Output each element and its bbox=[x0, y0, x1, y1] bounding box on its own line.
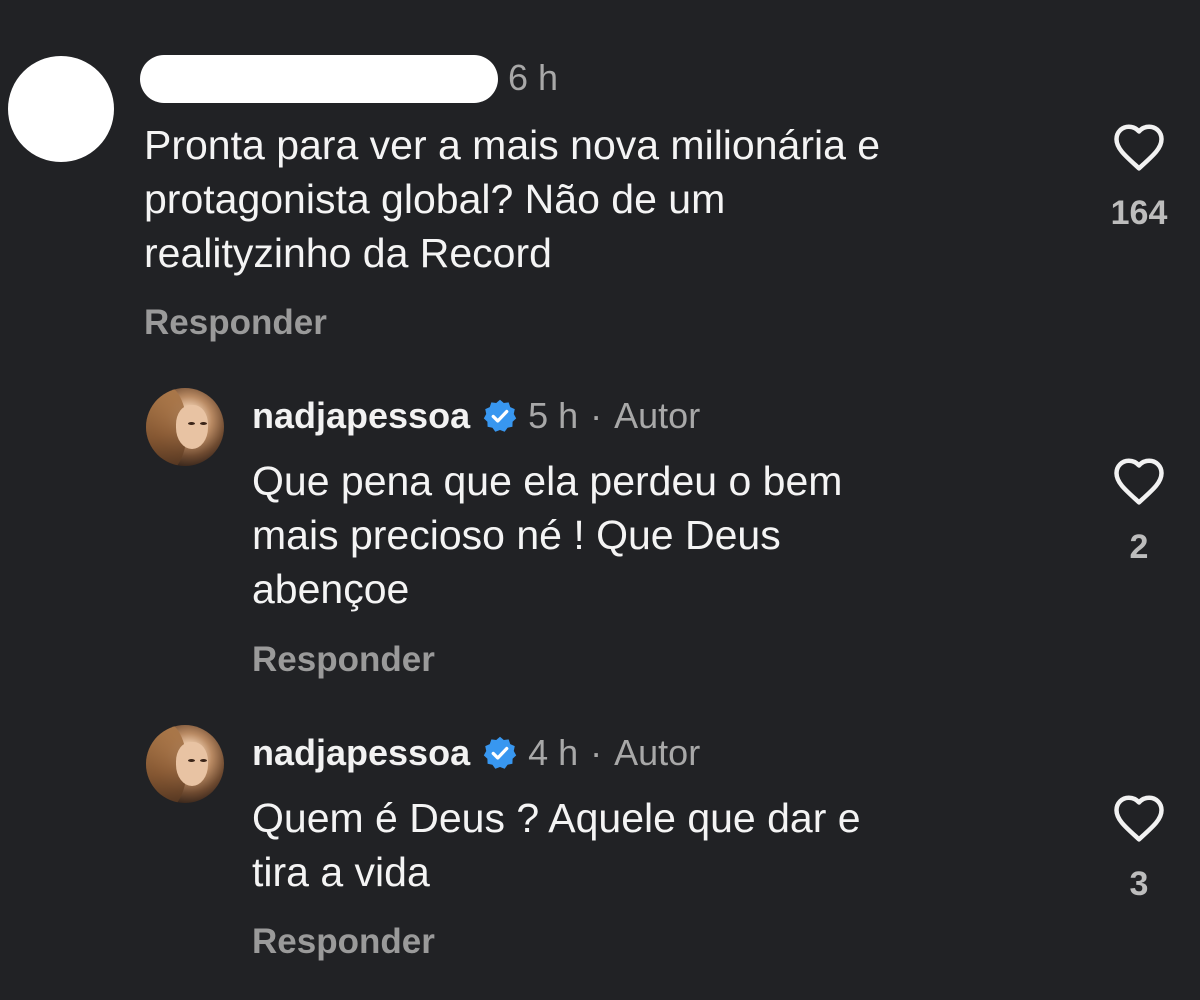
reply-button[interactable]: Responder bbox=[252, 640, 435, 680]
comment-text-line: protagonista global? Não de um bbox=[144, 176, 726, 222]
meta-separator: · bbox=[590, 732, 603, 773]
reply-button[interactable]: Responder bbox=[252, 922, 435, 962]
avatar-eye bbox=[200, 759, 207, 762]
heart-outline-icon bbox=[1114, 124, 1164, 171]
avatar-face bbox=[175, 742, 209, 786]
like-button[interactable]: 3 bbox=[1099, 793, 1179, 904]
comment-time: 4 h bbox=[528, 732, 579, 773]
avatar-eye bbox=[188, 759, 195, 762]
meta-separator: · bbox=[590, 395, 603, 436]
verified-badge-icon bbox=[483, 399, 517, 432]
comment-text-line: abençoe bbox=[252, 566, 410, 612]
comment-text-line: Quem é Deus ? Aquele que dar e bbox=[252, 795, 861, 841]
avatar[interactable] bbox=[146, 388, 224, 466]
comment-meta: nadjapessoa 5 h · Autor bbox=[252, 394, 700, 438]
author-tag: Autor bbox=[614, 395, 701, 436]
author-tag: Autor bbox=[614, 732, 701, 773]
verified-badge-icon bbox=[483, 736, 517, 769]
comment-text-line: Pronta para ver a mais nova milionária e bbox=[144, 122, 881, 168]
avatar[interactable] bbox=[8, 56, 114, 162]
comment-text-line: realityzinho da Record bbox=[144, 230, 552, 276]
avatar-eye bbox=[200, 422, 207, 425]
username-link[interactable]: nadjapessoa bbox=[252, 731, 470, 775]
comment-2: nadjapessoa 5 h · Autor Que pena que ela… bbox=[0, 380, 1200, 680]
comment-text-line: Que pena que ela perdeu o bem bbox=[252, 458, 843, 504]
like-button[interactable]: 164 bbox=[1099, 122, 1179, 233]
comment-3: nadjapessoa 4 h · Autor Quem é Deus ? Aq… bbox=[0, 717, 1200, 1000]
like-count: 164 bbox=[1110, 194, 1168, 232]
comment-text: Quem é Deus ? Aquele que dar e tira a vi… bbox=[252, 791, 1072, 899]
redacted-username[interactable] bbox=[140, 55, 498, 103]
avatar-face bbox=[175, 405, 209, 449]
comment-time: 5 h bbox=[528, 395, 579, 436]
avatar-eye bbox=[188, 422, 195, 425]
like-count: 3 bbox=[1129, 865, 1149, 903]
comment-meta: 6 h bbox=[508, 56, 558, 100]
avatar[interactable] bbox=[146, 725, 224, 803]
like-button[interactable]: 2 bbox=[1099, 456, 1179, 567]
reply-button[interactable]: Responder bbox=[144, 303, 327, 343]
comment-text-line: tira a vida bbox=[252, 849, 430, 895]
like-count: 2 bbox=[1129, 528, 1149, 566]
comment-text: Pronta para ver a mais nova milionária e… bbox=[144, 118, 1074, 280]
comment-text: Que pena que ela perdeu o bem mais preci… bbox=[252, 454, 1072, 616]
username-link[interactable]: nadjapessoa bbox=[252, 394, 470, 438]
comment-time: 6 h bbox=[508, 57, 559, 98]
comment-text-line: mais precioso né ! Que Deus bbox=[252, 512, 781, 558]
comment-1: 6 h Pronta para ver a mais nova milionár… bbox=[0, 0, 1200, 360]
heart-outline-icon bbox=[1114, 458, 1164, 505]
heart-outline-icon bbox=[1114, 795, 1164, 842]
comment-meta: nadjapessoa 4 h · Autor bbox=[252, 731, 700, 775]
